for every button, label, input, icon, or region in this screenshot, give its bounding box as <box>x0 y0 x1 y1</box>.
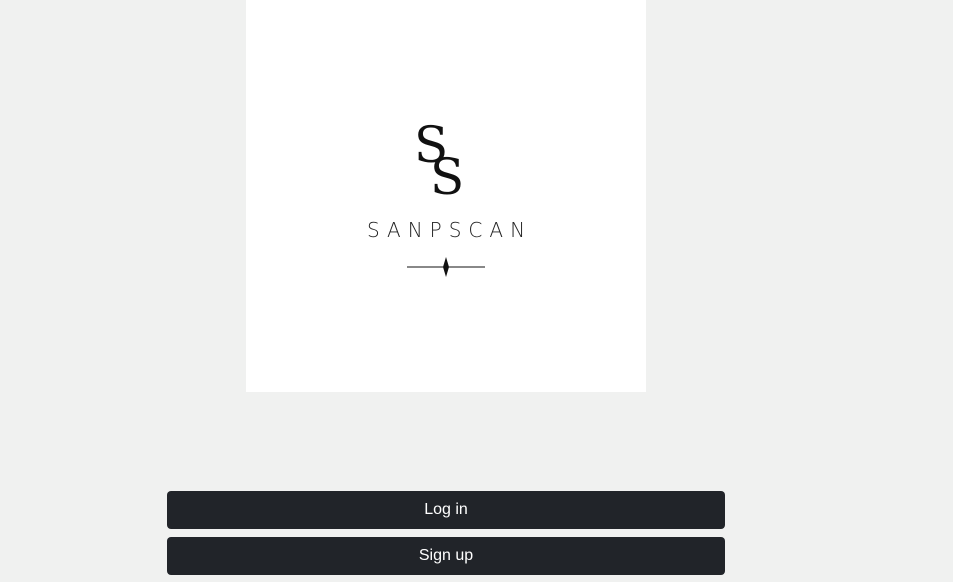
login-button[interactable]: Log in <box>167 491 725 529</box>
diamond-divider-icon <box>407 257 485 277</box>
svg-text:S: S <box>430 148 464 202</box>
ss-monogram-icon: S S <box>414 116 464 202</box>
signup-button[interactable]: Sign up <box>167 537 725 575</box>
logo-card: S S SANPSCAN <box>246 0 646 392</box>
landing-page: S S SANPSCAN Log in Sign up <box>0 0 953 582</box>
brand-name: SANPSCAN <box>366 218 533 242</box>
